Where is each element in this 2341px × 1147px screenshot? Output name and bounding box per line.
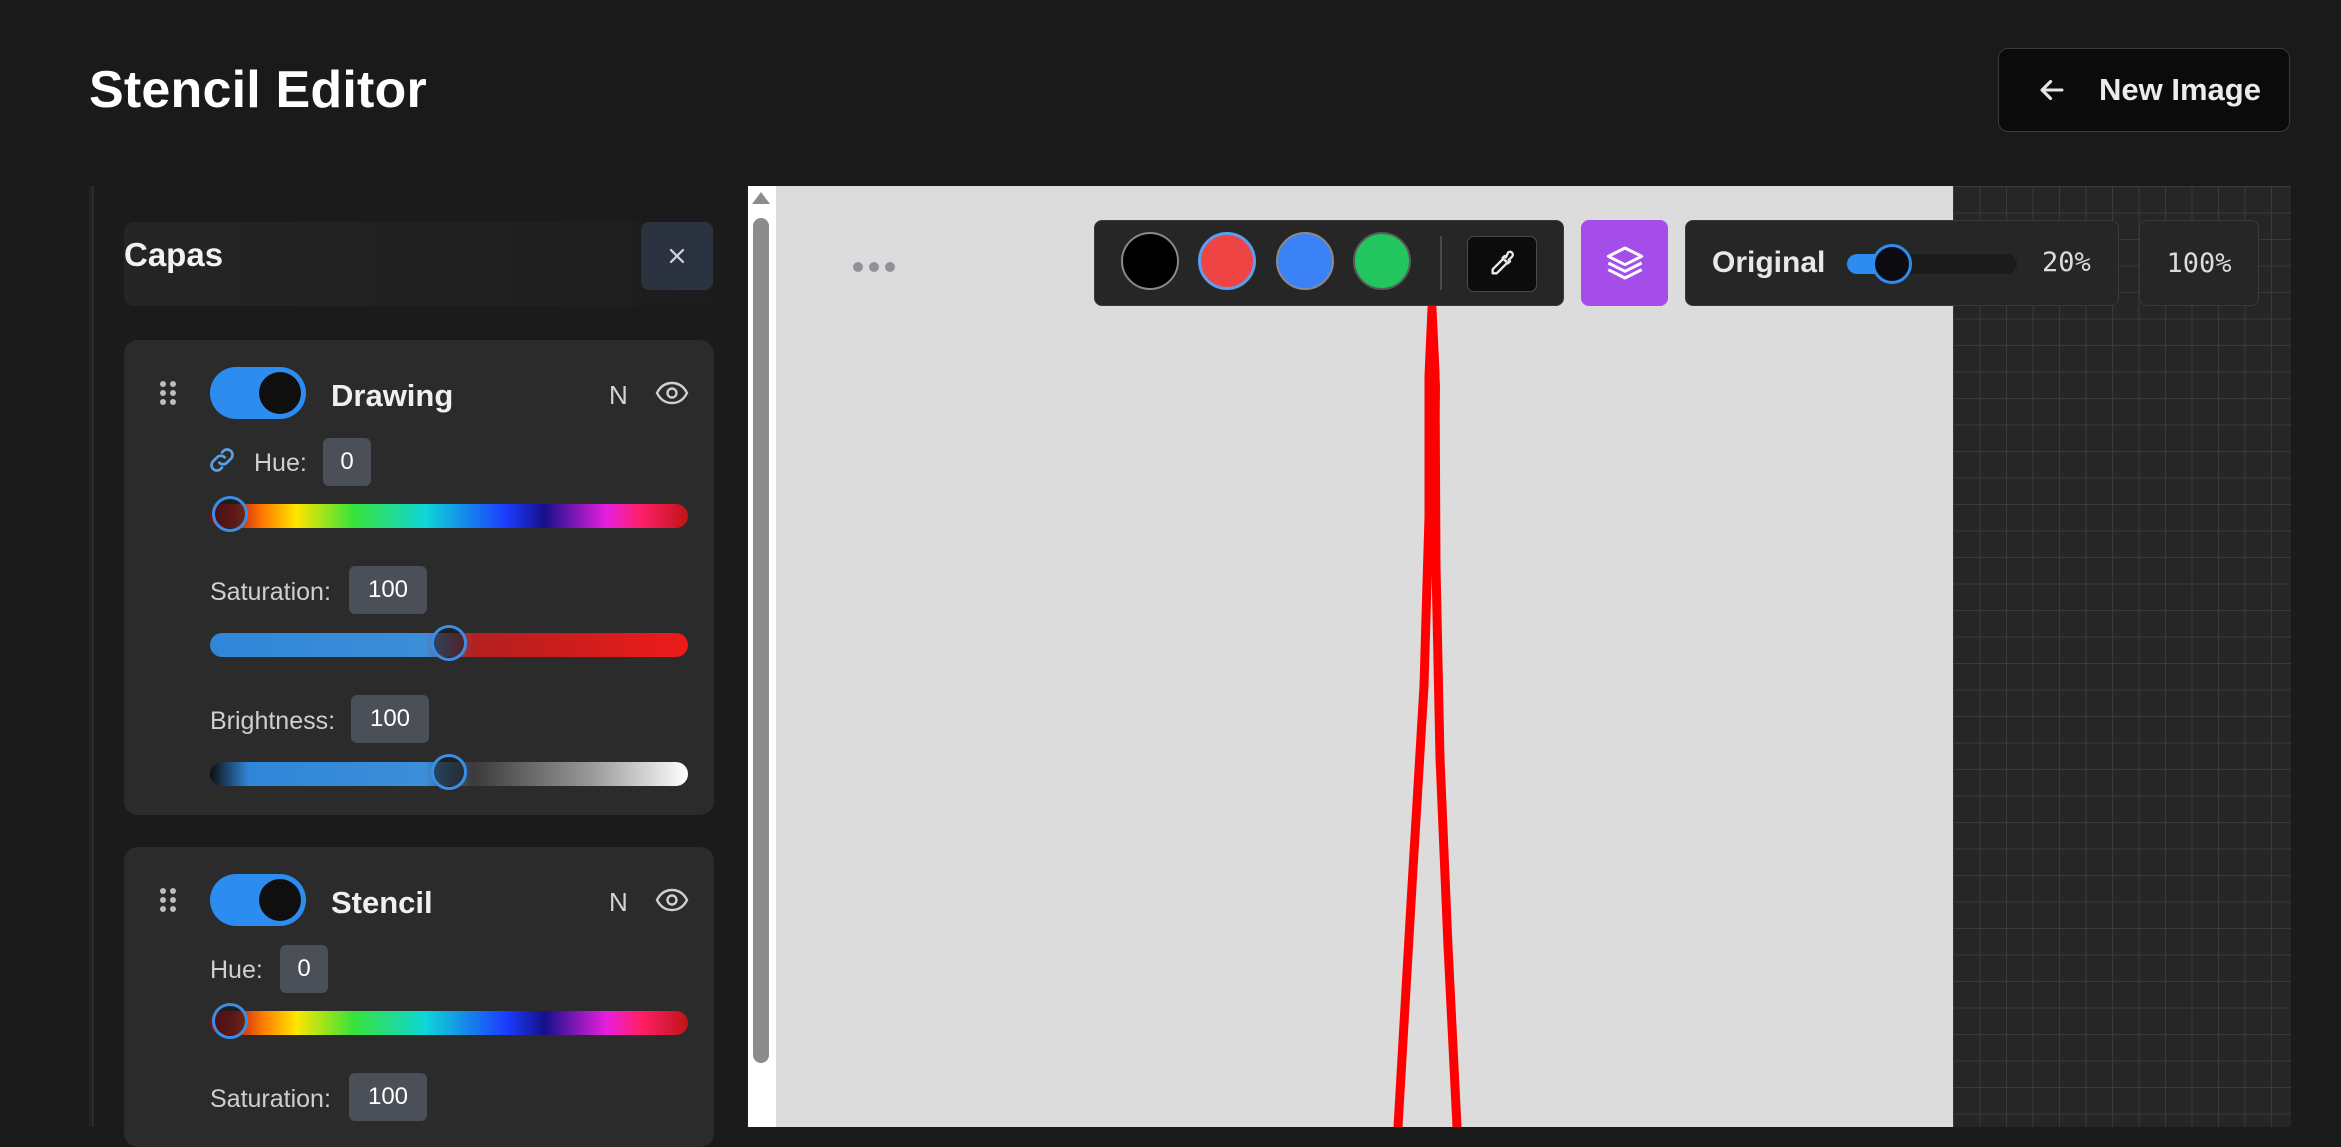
layers-icon [1606, 246, 1643, 280]
hue-slider[interactable] [210, 496, 688, 532]
brightness-input[interactable]: 100 [351, 695, 429, 743]
eyedropper-button[interactable] [1467, 236, 1537, 292]
more-options-icon[interactable] [853, 262, 895, 272]
layer-visibility-toggle[interactable] [210, 367, 306, 419]
color-swatch-green[interactable] [1353, 232, 1411, 290]
saturation-label: Saturation: [210, 578, 331, 606]
opacity-slider-thumb[interactable] [1872, 244, 1912, 284]
page-title: Stencil Editor [89, 61, 427, 119]
toolbar-divider [1440, 236, 1442, 290]
hue-input[interactable]: 0 [280, 945, 328, 993]
color-swatch-red[interactable] [1198, 232, 1256, 290]
original-label: Original [1712, 246, 1826, 279]
drag-handle-icon[interactable] [160, 381, 176, 405]
blend-mode-button[interactable]: N [609, 380, 628, 411]
saturation-slider[interactable] [210, 625, 688, 661]
blend-mode-button[interactable]: N [609, 887, 628, 918]
close-icon [669, 248, 685, 264]
layer-name: Stencil [331, 885, 433, 920]
hue-label: Hue: [254, 449, 307, 477]
drag-handle-icon[interactable] [160, 888, 176, 912]
drawing-canvas[interactable] [748, 186, 1953, 1127]
brightness-slider[interactable] [210, 754, 688, 790]
arrow-left-icon [2035, 73, 2069, 107]
saturation-input[interactable]: 100 [349, 566, 427, 614]
vertical-scrollbar[interactable] [753, 218, 769, 1063]
close-panel-button[interactable] [641, 222, 713, 290]
layer-visibility-toggle[interactable] [210, 874, 306, 926]
saturation-label: Saturation: [210, 1085, 331, 1113]
eyedropper-icon [1491, 250, 1515, 275]
layer-name: Drawing [331, 378, 454, 413]
hue-slider[interactable] [210, 1003, 688, 1039]
eye-icon[interactable] [655, 888, 689, 912]
grid-background [1953, 186, 2291, 1127]
brightness-label: Brightness: [210, 707, 336, 735]
hue-label: Hue: [210, 956, 263, 984]
scroll-up-arrow-icon[interactable] [752, 192, 770, 204]
layers-button[interactable] [1581, 220, 1668, 306]
link-icon[interactable] [206, 444, 238, 476]
zoom-button[interactable]: 100% [2139, 220, 2259, 306]
eye-icon[interactable] [655, 381, 689, 405]
red-stroke [1393, 303, 1462, 1127]
saturation-input[interactable]: 100 [349, 1073, 427, 1121]
hue-input[interactable]: 0 [323, 438, 371, 486]
color-swatch-black[interactable] [1121, 232, 1179, 290]
layers-panel-title: Capas [124, 236, 224, 273]
new-image-label: New Image [2099, 72, 2261, 107]
new-image-button[interactable]: New Image [1998, 48, 2290, 132]
opacity-value: 20% [2042, 247, 2091, 278]
color-swatch-blue[interactable] [1276, 232, 1334, 290]
